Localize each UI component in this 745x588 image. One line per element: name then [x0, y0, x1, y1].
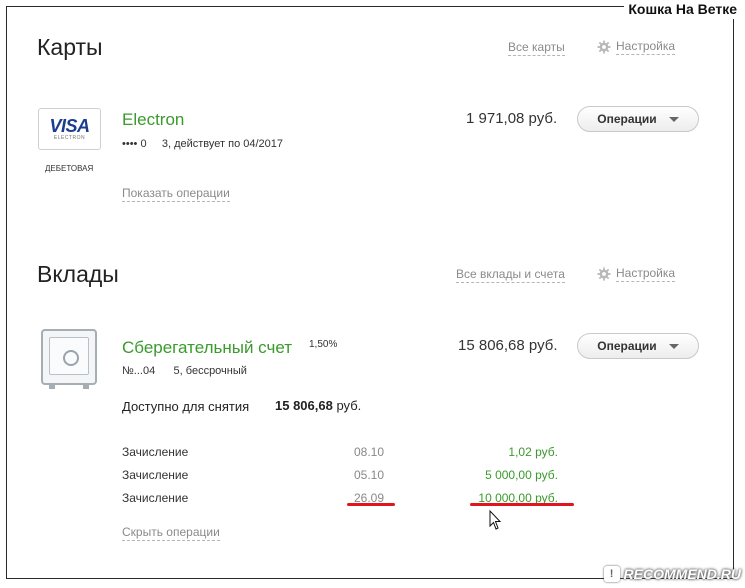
- chevron-down-icon: [668, 116, 679, 122]
- deposits-settings-link[interactable]: Настройка: [597, 266, 676, 282]
- operations-button-label: Операции: [597, 112, 657, 126]
- safe-leg: [49, 385, 55, 389]
- card-operations-button[interactable]: Операции: [577, 106, 699, 132]
- settings-label: Настройка: [616, 266, 676, 282]
- safe-leg: [83, 385, 89, 389]
- available-value: 15 806,68: [275, 398, 333, 413]
- gear-icon: [597, 267, 611, 281]
- transaction-date: 05.10: [353, 468, 384, 482]
- cards-section-title: Карты: [37, 34, 103, 60]
- transaction-label: Зачисление: [122, 468, 189, 482]
- account-name-link[interactable]: Сберегательный счет: [122, 338, 292, 358]
- transaction-date: 08.10: [353, 445, 384, 459]
- transaction-label: Зачисление: [122, 445, 189, 459]
- card-name-link[interactable]: Electron: [122, 110, 184, 130]
- visa-electron-card-icon: VISA ELECTRON: [38, 108, 101, 150]
- transaction-amount: 5 000,00 руб.: [485, 468, 558, 482]
- highlight-underline: [347, 503, 395, 506]
- gear-icon: [597, 40, 611, 54]
- card-type-label: ДЕБЕТОВАЯ: [45, 164, 94, 173]
- account-details: №...04 5, бессрочный: [122, 365, 247, 377]
- chevron-down-icon: [668, 343, 679, 349]
- safe-dial: [63, 350, 79, 366]
- transaction-amount: 1,02 руб.: [508, 445, 558, 459]
- transaction-label: Зачисление: [122, 491, 189, 505]
- recommend-watermark-text: RECOMMEND.RU: [623, 566, 741, 582]
- highlight-underline: [470, 503, 574, 506]
- all-deposits-link[interactable]: Все вклады и счета: [456, 267, 565, 283]
- account-operations-button[interactable]: Операции: [577, 333, 699, 359]
- card-balance: 1 971,08 руб.: [466, 110, 558, 127]
- account-rate: 1,50%: [309, 339, 338, 350]
- card-logo-sub: ELECTRON: [53, 135, 86, 141]
- settings-label: Настройка: [616, 39, 676, 55]
- mouse-cursor-icon: [489, 509, 502, 530]
- available-unit: руб.: [336, 398, 362, 413]
- card-details: •••• 0 3, действует по 04/2017: [122, 138, 284, 150]
- recommend-watermark: ! RECOMMEND.RU: [603, 566, 741, 582]
- recommend-badge-icon: !: [603, 566, 620, 582]
- watermark-top: Кошка На Ветке: [624, 0, 741, 19]
- available-amount: 15 806,68 руб.: [275, 398, 361, 413]
- all-cards-link[interactable]: Все карты: [508, 40, 565, 56]
- deposits-section-title: Вклады: [37, 261, 119, 287]
- available-label: Доступно для снятия: [122, 399, 250, 414]
- safe-icon: [41, 329, 97, 389]
- operations-button-label: Операции: [597, 339, 657, 353]
- card-logo-brand: VISA: [49, 116, 90, 136]
- show-operations-link[interactable]: Показать операции: [122, 186, 230, 202]
- safe-door: [49, 337, 89, 375]
- hide-operations-link[interactable]: Скрыть операции: [122, 525, 220, 541]
- account-balance: 15 806,68 руб.: [458, 337, 558, 354]
- cards-settings-link[interactable]: Настройка: [597, 39, 676, 55]
